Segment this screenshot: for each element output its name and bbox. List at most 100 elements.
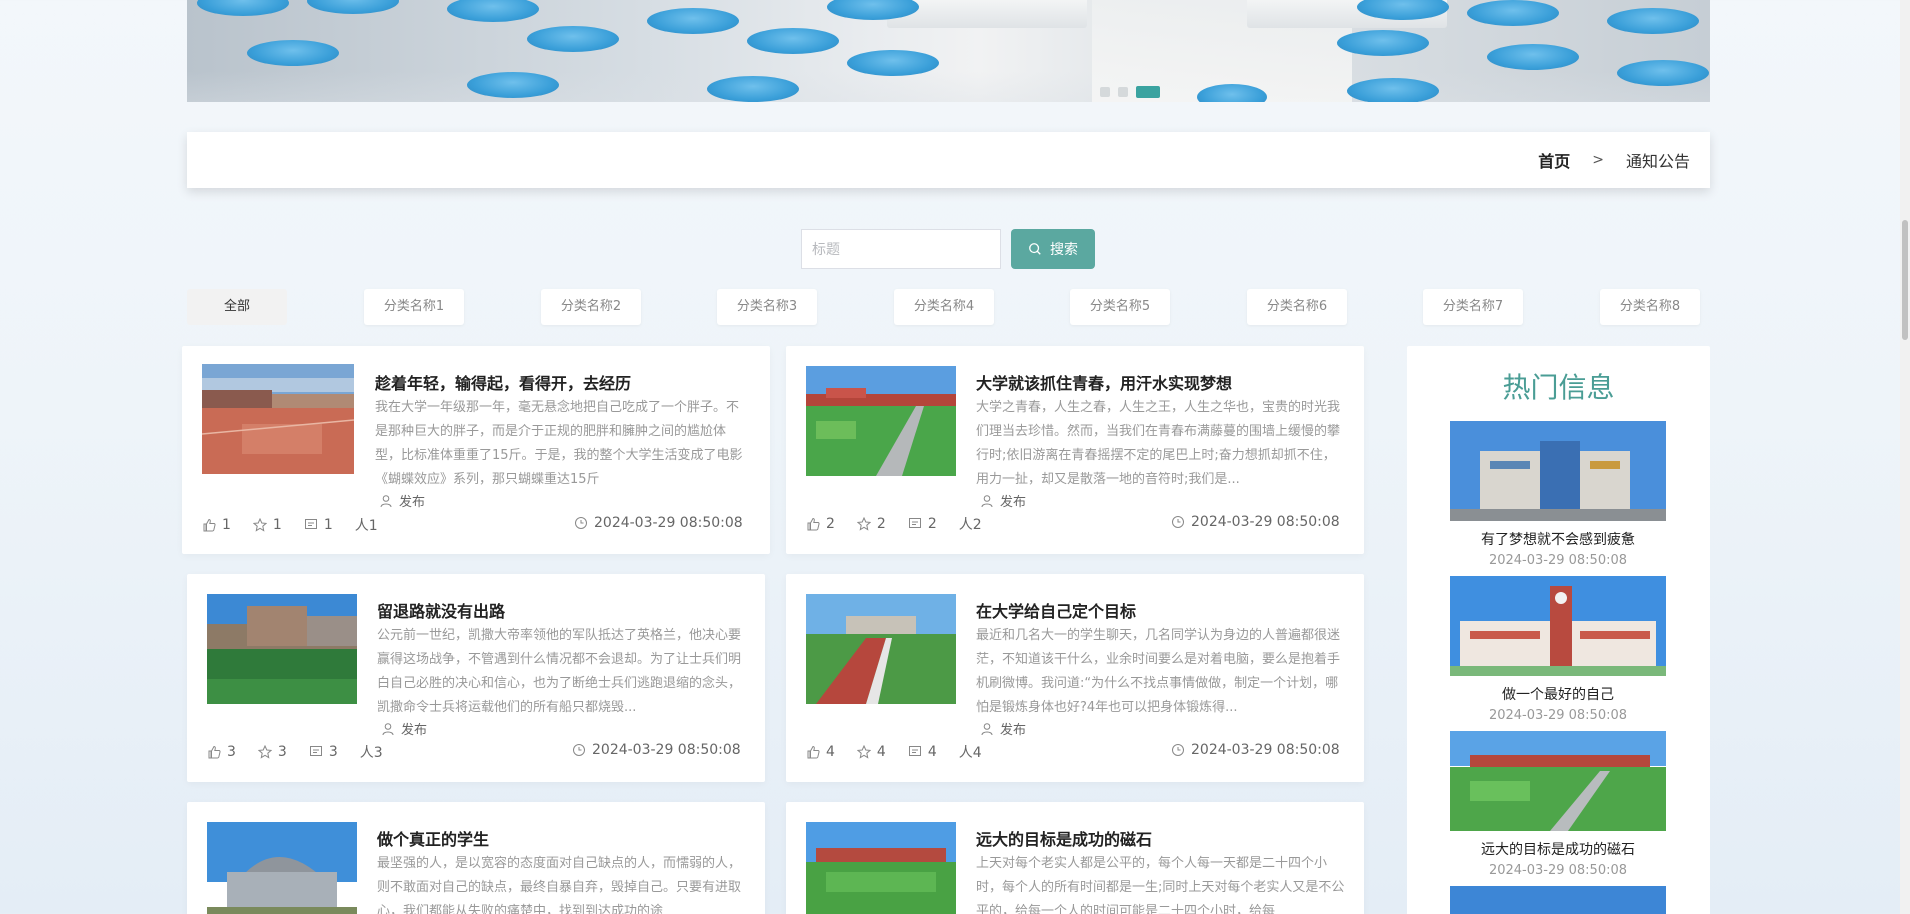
article-card[interactable]: 做个真正的学生 最坚强的人，是以宽容的态度面对自己缺点的人，而懦弱的人，则不敢面… xyxy=(187,802,765,914)
search-button-label: 搜索 xyxy=(1050,241,1078,257)
star-count-value: 4 xyxy=(876,744,886,760)
page-scrollbar-track[interactable] xyxy=(1900,0,1910,914)
thumb-up-icon xyxy=(807,517,820,531)
article-time: 2024-03-29 08:50:08 xyxy=(1171,514,1340,530)
search-input[interactable] xyxy=(801,229,1001,269)
tab-all[interactable]: 全部 xyxy=(187,289,287,325)
banner-stool xyxy=(197,0,289,16)
article-summary: 公元前一世纪，凯撒大帝率领他的军队抵达了英格兰，他决心要赢得这场战争，不管遇到什… xyxy=(377,628,742,715)
comment-count[interactable]: 2 xyxy=(908,516,937,532)
tab-category-6[interactable]: 分类名称6 xyxy=(1247,289,1347,325)
comment-icon xyxy=(908,746,921,756)
like-count[interactable]: 3 xyxy=(207,744,236,760)
thumb-up-icon xyxy=(208,745,221,759)
article-card[interactable]: 在大学给自己定个目标 最近和几名大一的学生聊天，几名同学认为身边的人普遍都很迷茫… xyxy=(786,574,1364,782)
article-author-label: 发布 xyxy=(1000,495,1027,510)
article-title[interactable]: 远大的目标是成功的磁石 xyxy=(976,826,1152,850)
comment-count-value: 3 xyxy=(328,744,338,760)
breadcrumb-home[interactable]: 首页 xyxy=(1538,148,1570,172)
banner-stool xyxy=(447,0,539,22)
hot-info-panel: 热门信息 有了梦想就不会感到疲惫 2024-03-29 08:50:08 做一个… xyxy=(1407,346,1710,914)
banner-stool xyxy=(747,28,839,54)
hot-item[interactable]: 远大的目标是成功的磁石 2024-03-29 08:50:08 xyxy=(1450,731,1666,878)
article-title[interactable]: 大学就该抓住青春，用汗水实现梦想 xyxy=(976,370,1232,394)
article-summary: 最近和几名大一的学生聊天，几名同学认为身边的人普遍都很迷茫，不知道该干什么，业余… xyxy=(976,628,1341,715)
clock-icon xyxy=(1172,744,1184,756)
article-author-label: 发布 xyxy=(1000,723,1027,738)
article-title[interactable]: 留退路就没有出路 xyxy=(377,598,505,622)
tab-category-5[interactable]: 分类名称5 xyxy=(1070,289,1170,325)
carousel-dot[interactable] xyxy=(1118,87,1128,97)
article-title[interactable]: 趁着年轻，输得起，看得开，去经历 xyxy=(375,370,631,394)
like-count[interactable]: 1 xyxy=(202,517,231,533)
banner-carousel[interactable] xyxy=(187,0,1710,102)
article-stats: 2 2 2 人2 xyxy=(806,514,982,534)
article-thumbnail[interactable] xyxy=(207,822,357,914)
comment-count-value: 1 xyxy=(323,517,333,533)
article-title[interactable]: 在大学给自己定个目标 xyxy=(976,598,1136,622)
article-summary: 我在大学一年级那一年，毫无悬念地把自己吃成了一个胖子。不是那种巨大的胖子，而是介… xyxy=(375,400,743,487)
article-thumbnail[interactable] xyxy=(806,822,956,914)
article-time: 2024-03-29 08:50:08 xyxy=(1171,742,1340,758)
hot-item[interactable]: 做一个最好的自己 2024-03-29 08:50:08 xyxy=(1450,576,1666,723)
hot-item-image[interactable] xyxy=(1450,576,1666,676)
article-person: 人3 xyxy=(359,745,383,761)
article-card[interactable]: 大学就该抓住青春，用汗水实现梦想 大学之青春，人生之春，人生之王，人生之华也，宝… xyxy=(786,346,1364,554)
tab-category-7[interactable]: 分类名称7 xyxy=(1423,289,1523,325)
thumb-up-icon xyxy=(203,518,216,532)
hot-item-image[interactable] xyxy=(1450,731,1666,831)
article-thumbnail[interactable] xyxy=(806,594,956,704)
like-count-value: 1 xyxy=(222,517,231,533)
hot-item-time: 2024-03-29 08:50:08 xyxy=(1488,863,1628,878)
carousel-dot[interactable] xyxy=(1100,87,1110,97)
clock-icon xyxy=(575,517,587,529)
hot-item-image[interactable] xyxy=(1450,886,1666,914)
tab-category-8[interactable]: 分类名称8 xyxy=(1600,289,1700,325)
star-count[interactable]: 2 xyxy=(856,516,886,532)
article-thumbnail[interactable] xyxy=(207,594,357,704)
banner-stool xyxy=(467,72,559,98)
comment-count[interactable]: 3 xyxy=(309,744,338,760)
hot-item-name[interactable]: 远大的目标是成功的磁石 xyxy=(1450,839,1666,859)
comment-count[interactable]: 1 xyxy=(304,517,333,533)
comment-icon xyxy=(304,519,317,529)
like-count[interactable]: 2 xyxy=(806,516,835,532)
article-summary: 上天对每个老实人都是公平的，每个人每一天都是二十四个小时，每个人的所有时间都是一… xyxy=(976,856,1345,914)
clock-icon xyxy=(1172,516,1184,528)
star-icon xyxy=(252,518,267,532)
article-thumbnail[interactable] xyxy=(202,364,354,474)
article-title[interactable]: 做个真正的学生 xyxy=(377,826,489,850)
article-author-label: 发布 xyxy=(401,723,428,738)
hot-item-name[interactable]: 做一个最好的自己 xyxy=(1450,684,1666,704)
page-scrollbar-thumb[interactable] xyxy=(1902,220,1908,340)
star-count[interactable]: 3 xyxy=(257,744,287,760)
hot-item[interactable]: 有了梦想就不会感到疲惫 2024-03-29 08:50:08 xyxy=(1450,421,1666,568)
tab-category-3[interactable]: 分类名称3 xyxy=(717,289,817,325)
user-icon xyxy=(981,494,993,507)
article-author: 发布 xyxy=(379,491,425,510)
star-count-value: 3 xyxy=(277,744,287,760)
carousel-dot-active[interactable] xyxy=(1136,86,1160,98)
article-author-label: 发布 xyxy=(399,495,426,510)
article-card[interactable]: 趁着年轻，输得起，看得开，去经历 我在大学一年级那一年，毫无悬念地把自己吃成了一… xyxy=(182,346,770,554)
article-thumbnail[interactable] xyxy=(806,366,956,476)
like-count[interactable]: 4 xyxy=(806,744,835,760)
article-card[interactable]: 远大的目标是成功的磁石 上天对每个老实人都是公平的，每个人每一天都是二十四个小时… xyxy=(786,802,1364,914)
hot-item-time: 2024-03-29 08:50:08 xyxy=(1488,708,1628,723)
article-author: 发布 xyxy=(381,719,427,738)
article-author: 发布 xyxy=(980,491,1026,510)
banner-stool xyxy=(247,40,339,66)
tab-category-1[interactable]: 分类名称1 xyxy=(364,289,464,325)
star-count[interactable]: 4 xyxy=(856,744,886,760)
tab-category-2[interactable]: 分类名称2 xyxy=(541,289,641,325)
article-card[interactable]: 留退路就没有出路 公元前一世纪，凯撒大帝率领他的军队抵达了英格兰，他决心要赢得这… xyxy=(187,574,765,782)
hot-item[interactable] xyxy=(1450,886,1666,914)
hot-item-time: 2024-03-29 08:50:08 xyxy=(1488,553,1628,568)
article-stats: 4 4 4 人4 xyxy=(806,742,982,762)
search-button[interactable]: 搜索 xyxy=(1011,229,1095,269)
hot-item-image[interactable] xyxy=(1450,421,1666,521)
comment-count[interactable]: 4 xyxy=(908,744,937,760)
tab-category-4[interactable]: 分类名称4 xyxy=(894,289,994,325)
star-count[interactable]: 1 xyxy=(252,517,282,533)
hot-item-name[interactable]: 有了梦想就不会感到疲惫 xyxy=(1450,529,1666,549)
